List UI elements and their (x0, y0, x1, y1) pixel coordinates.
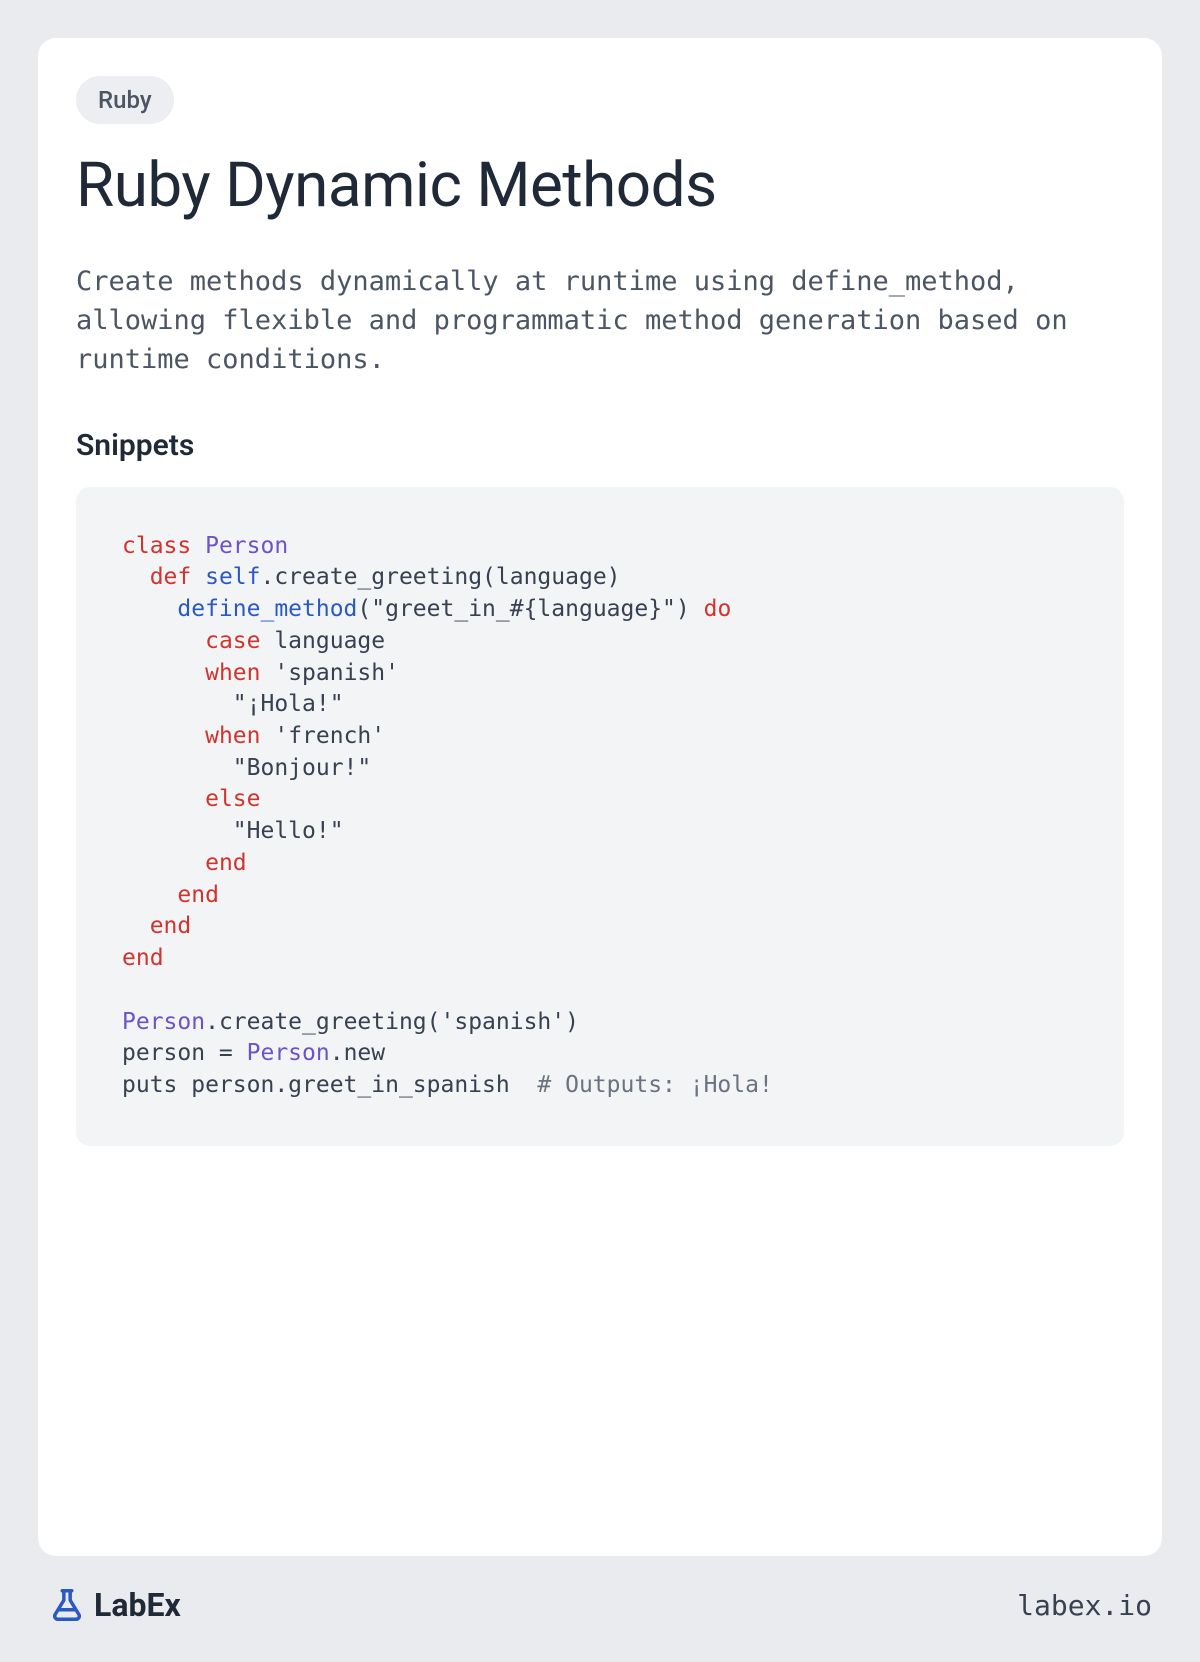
page-title: Ruby Dynamic Methods (76, 152, 1124, 220)
snippets-heading: Snippets (76, 428, 1124, 463)
language-badge: Ruby (76, 76, 174, 124)
content-card: Ruby Ruby Dynamic Methods Create methods… (38, 38, 1162, 1556)
code-snippet: class Person def self.create_greeting(la… (76, 487, 1124, 1146)
brand-name: LabEx (94, 1586, 181, 1624)
footer: LabEx labex.io (38, 1556, 1162, 1624)
site-url: labex.io (1017, 1589, 1152, 1622)
flask-icon (48, 1586, 86, 1624)
page-description: Create methods dynamically at runtime us… (76, 262, 1124, 379)
brand-logo: LabEx (48, 1586, 181, 1624)
